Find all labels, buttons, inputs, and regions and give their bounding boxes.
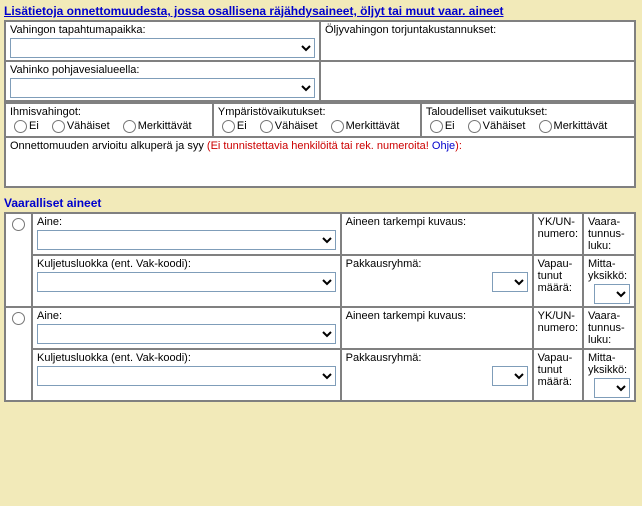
haz1-vaara-label: Vaara-tunnus-luku: — [588, 216, 630, 252]
section1-title: Lisätietoja onnettomuudesta, jossa osall… — [0, 0, 642, 20]
note-close: ): — [455, 140, 462, 152]
haz1-vapaut-cell: Vapau-tunut määrä: — [534, 256, 582, 306]
link-ohje[interactable]: Ohje — [432, 140, 455, 152]
haz2-aine-select[interactable] — [37, 324, 336, 344]
haz1-aine-cell: Aine: — [33, 214, 340, 254]
haz2-tark-label: Aineen tarkempi kuvaus: — [346, 310, 528, 322]
label-arvioitu: Onnettomuuden arvioitu alkuperä ja syy — [10, 140, 204, 152]
cell-arvioitu: Onnettomuuden arvioitu alkuperä ja syy (… — [6, 138, 634, 186]
haz1-vaara-cell: Vaara-tunnus-luku: — [584, 214, 634, 254]
haz2-radio[interactable] — [12, 312, 25, 325]
haz2-ykun-label: YK/UN-numero: — [538, 310, 578, 334]
radios-ymparisto: Ei Vähäiset Merkittävät — [218, 118, 416, 134]
section1-impacts: Ihmisvahingot: Ei Vähäiset Merkittävät Y… — [4, 102, 636, 188]
haz1-mitta-select[interactable] — [594, 284, 630, 304]
haz1-pakkaus-select[interactable] — [492, 272, 528, 292]
label-taloudelliset: Taloudelliset vaikutukset: — [426, 106, 630, 118]
haz1-pakkaus-label: Pakkausryhmä: — [346, 258, 528, 270]
haz1-kuljetus-select[interactable] — [37, 272, 336, 292]
haz2-pakkaus-label: Pakkausryhmä: — [346, 352, 528, 364]
haz1-ykun-cell: YK/UN-numero: — [534, 214, 582, 254]
haz2-vapaut-label: Vapau-tunut määrä: — [538, 352, 578, 388]
haz1-aine-select[interactable] — [37, 230, 336, 250]
cell-ihmis: Ihmisvahingot: Ei Vähäiset Merkittävät — [6, 104, 212, 136]
label-tapahtumapaikka: Vahingon tapahtumapaikka: — [10, 24, 315, 36]
haz1-radio[interactable] — [12, 218, 25, 231]
radio-ihmis-ei[interactable] — [14, 120, 27, 133]
select-pohjavesi[interactable] — [10, 78, 315, 98]
select-tapahtumapaikka[interactable] — [10, 38, 315, 58]
haz2-aine-label: Aine: — [37, 310, 336, 322]
haz1-pakkaus-cell: Pakkausryhmä: — [342, 256, 532, 306]
cell-taloudelliset: Taloudelliset vaikutukset: Ei Vähäiset M… — [422, 104, 634, 136]
cell-tapahtumapaikka: Vahingon tapahtumapaikka: — [6, 22, 319, 60]
haz2-mitta-cell: Mitta-yksikkö: — [584, 350, 634, 400]
label-pohjavesi: Vahinko pohjavesialueella: — [10, 64, 315, 76]
label-ihmis: Ihmisvahingot: — [10, 106, 208, 118]
cell-oljy: Öljyvahingon torjuntakustannukset: — [321, 22, 634, 60]
radios-ihmis: Ei Vähäiset Merkittävät — [10, 118, 208, 134]
haz1-aine-label: Aine: — [37, 216, 336, 228]
haz2-vaara-cell: Vaara-tunnus-luku: — [584, 308, 634, 348]
haz2-kuljetus-select[interactable] — [37, 366, 336, 386]
haz1-tark-cell: Aineen tarkempi kuvaus: — [342, 214, 532, 254]
haz2-radio-cell — [6, 308, 31, 400]
note-arvioitu: (Ei tunnistettavia henkilöitä tai rek. n… — [207, 140, 432, 152]
haz2-vaara-label: Vaara-tunnus-luku: — [588, 310, 630, 346]
haz2-pakkaus-cell: Pakkausryhmä: — [342, 350, 532, 400]
haz2-kuljetus-label: Kuljetusluokka (ent. Vak-koodi): — [37, 352, 336, 364]
radio-ymp-vah[interactable] — [260, 120, 273, 133]
cell-pohjavesi: Vahinko pohjavesialueella: — [6, 62, 319, 100]
haz1-kuljetus-cell: Kuljetusluokka (ent. Vak-koodi): — [33, 256, 340, 306]
haz2-mitta-select[interactable] — [594, 378, 630, 398]
section1-table: Vahingon tapahtumapaikka: Öljyvahingon t… — [4, 20, 636, 102]
haz1-mitta-cell: Mitta-yksikkö: — [584, 256, 634, 306]
radios-taloudelliset: Ei Vähäiset Merkittävät — [426, 118, 630, 134]
haz2-tark-cell: Aineen tarkempi kuvaus: — [342, 308, 532, 348]
label-oljy: Öljyvahingon torjuntakustannukset: — [325, 24, 630, 36]
haz1-vapaut-label: Vapau-tunut määrä: — [538, 258, 578, 294]
haz2-mitta-label: Mitta-yksikkö: — [588, 352, 630, 376]
haz1-ykun-label: YK/UN-numero: — [538, 216, 578, 240]
haz1-tark-label: Aineen tarkempi kuvaus: — [346, 216, 528, 228]
haz2-vapaut-cell: Vapau-tunut määrä: — [534, 350, 582, 400]
radio-tal-ei[interactable] — [430, 120, 443, 133]
label-ymparisto: Ympäristövaikutukset: — [218, 106, 416, 118]
radio-ihmis-merk[interactable] — [123, 120, 136, 133]
radio-ymp-merk[interactable] — [331, 120, 344, 133]
haz1-kuljetus-label: Kuljetusluokka (ent. Vak-koodi): — [37, 258, 336, 270]
radio-ymp-ei[interactable] — [222, 120, 235, 133]
cell-empty1 — [321, 62, 634, 100]
haz1-radio-cell — [6, 214, 31, 306]
haz2-kuljetus-cell: Kuljetusluokka (ent. Vak-koodi): — [33, 350, 340, 400]
radio-ihmis-vah[interactable] — [52, 120, 65, 133]
cell-ymparisto: Ympäristövaikutukset: Ei Vähäiset Merkit… — [214, 104, 420, 136]
haz1-mitta-label: Mitta-yksikkö: — [588, 258, 630, 282]
section2-title: Vaaralliset aineet — [0, 192, 642, 212]
radio-tal-vah[interactable] — [468, 120, 481, 133]
haz2-ykun-cell: YK/UN-numero: — [534, 308, 582, 348]
radio-tal-merk[interactable] — [539, 120, 552, 133]
haz2-aine-cell: Aine: — [33, 308, 340, 348]
haz2-pakkaus-select[interactable] — [492, 366, 528, 386]
haz-table: Aine: Aineen tarkempi kuvaus: YK/UN-nume… — [4, 212, 636, 402]
